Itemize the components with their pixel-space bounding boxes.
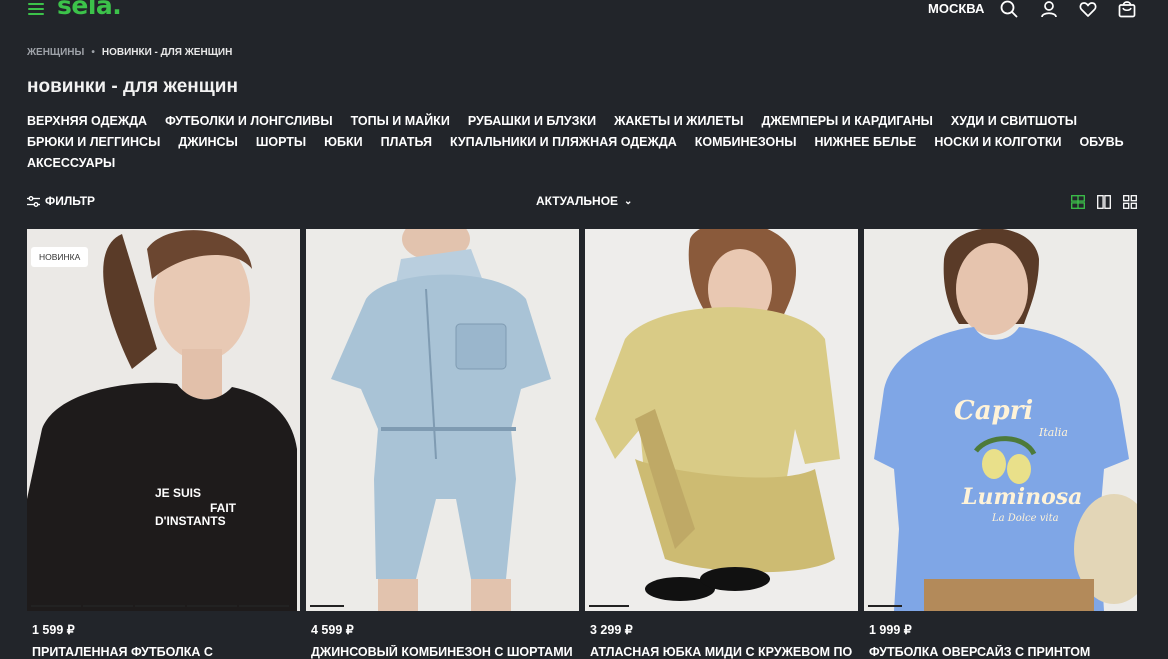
grid-4-icon[interactable] <box>1123 195 1137 209</box>
category-link[interactable]: КОМБИНЕЗОНЫ <box>695 135 797 149</box>
image-slider-indicators <box>589 605 629 607</box>
new-badge: НОВИНКА <box>31 247 89 267</box>
category-row: ВЕРХНЯЯ ОДЕЖДА ФУТБОЛКИ И ЛОНГСЛИВЫ ТОПЫ… <box>27 110 1147 131</box>
category-link[interactable]: АКСЕССУАРЫ <box>27 156 115 170</box>
product-price: 1 599 ₽ <box>32 623 75 637</box>
filter-button[interactable]: ФИЛЬТР <box>27 194 95 208</box>
product-photo-tshirt-black: JE SUIS FAIT D'INSTANTS <box>27 230 297 611</box>
image-slider-indicators <box>31 605 289 607</box>
category-link[interactable]: БРЮКИ И ЛЕГГИНСЫ <box>27 135 160 149</box>
product-name[interactable]: ПРИТАЛЕННАЯ ФУТБОЛКА С <box>32 645 300 659</box>
product-card[interactable]: 3 299 ₽ АТЛАСНАЯ ЮБКА МИДИ С КРУЖЕВОМ ПО <box>585 229 858 659</box>
heart-icon[interactable] <box>1079 0 1097 18</box>
bag-icon[interactable] <box>1118 0 1136 18</box>
breadcrumb: ЖЕНЩИНЫ • НОВИНКИ - ДЛЯ ЖЕНЩИН <box>27 47 232 58</box>
filter-label: ФИЛЬТР <box>45 194 96 208</box>
product-image[interactable]: Capri Italia Luminosa La Dolce vita <box>864 229 1137 611</box>
svg-text:La Dolce vita: La Dolce vita <box>991 513 1059 524</box>
category-link[interactable]: КУПАЛЬНИКИ И ПЛЯЖНАЯ ОДЕЖДА <box>450 135 677 149</box>
category-link[interactable]: ЖАКЕТЫ И ЖИЛЕТЫ <box>614 114 743 128</box>
product-card[interactable]: 4 599 ₽ ДЖИНСОВЫЙ КОМБИНЕЗОН С ШОРТАМИ <box>306 229 579 659</box>
product-name[interactable]: ФУТБОЛКА ОВЕРСАЙЗ С ПРИНТОМ <box>869 645 1137 659</box>
svg-text:Luminosa: Luminosa <box>961 484 1082 510</box>
product-price: 3 299 ₽ <box>590 623 633 637</box>
logo[interactable]: sela. <box>57 0 122 20</box>
product-price: 1 999 ₽ <box>869 623 912 637</box>
category-row: БРЮКИ И ЛЕГГИНСЫ ДЖИНСЫ ШОРТЫ ЮБКИ ПЛАТЬ… <box>27 131 1147 152</box>
page-title: новинки - для женщин <box>27 76 238 97</box>
burger-menu-icon[interactable] <box>28 3 44 15</box>
category-link[interactable]: ФУТБОЛКИ И ЛОНГСЛИВЫ <box>165 114 333 128</box>
breadcrumb-separator: • <box>91 47 95 58</box>
category-link[interactable]: ВЕРХНЯЯ ОДЕЖДА <box>27 114 147 128</box>
product-image[interactable] <box>306 229 579 611</box>
product-image[interactable]: JE SUIS FAIT D'INSTANTS НОВИНКА <box>27 229 300 611</box>
product-name[interactable]: ДЖИНСОВЫЙ КОМБИНЕЗОН С ШОРТАМИ <box>311 645 579 659</box>
grid-2col-icon[interactable] <box>1097 195 1111 209</box>
category-link[interactable]: ХУДИ И СВИТШОТЫ <box>951 114 1077 128</box>
category-link[interactable]: ОБУВЬ <box>1079 135 1123 149</box>
product-card[interactable]: JE SUIS FAIT D'INSTANTS НОВИНКА 1 599 ₽ … <box>27 229 300 659</box>
category-link[interactable]: НИЖНЕЕ БЕЛЬЕ <box>815 135 917 149</box>
category-list: ВЕРХНЯЯ ОДЕЖДА ФУТБОЛКИ И ЛОНГСЛИВЫ ТОПЫ… <box>27 110 1147 173</box>
breadcrumb-item-current: НОВИНКИ - ДЛЯ ЖЕНЩИН <box>101 47 233 58</box>
category-link[interactable]: РУБАШКИ И БЛУЗКИ <box>468 114 596 128</box>
svg-text:FAIT: FAIT <box>210 501 237 515</box>
product-photo-satin-skirt <box>595 229 840 601</box>
category-link[interactable]: ПЛАТЬЯ <box>381 135 432 149</box>
svg-text:Italia: Italia <box>1038 426 1068 439</box>
filter-icon <box>27 195 40 207</box>
search-icon[interactable] <box>1000 0 1018 18</box>
product-name[interactable]: АТЛАСНАЯ ЮБКА МИДИ С КРУЖЕВОМ ПО <box>590 645 858 659</box>
category-link[interactable]: ЮБКИ <box>324 135 363 149</box>
grid-2x2-icon[interactable] <box>1071 195 1085 209</box>
category-link[interactable]: ДЖИНСЫ <box>178 135 237 149</box>
product-photo-capri-tshirt: Capri Italia Luminosa La Dolce vita <box>874 229 1137 611</box>
image-slider-indicators <box>868 605 902 607</box>
product-price: 4 599 ₽ <box>311 623 354 637</box>
city-selector[interactable]: МОСКВА <box>928 1 984 16</box>
sort-dropdown[interactable]: АКТУАЛЬНОЕ ⌄ <box>536 194 632 208</box>
breadcrumb-item-women[interactable]: ЖЕНЩИНЫ <box>27 47 84 58</box>
product-photo-denim-jumpsuit <box>331 229 551 611</box>
category-link[interactable]: ДЖЕМПЕРЫ И КАРДИГАНЫ <box>761 114 932 128</box>
product-card[interactable]: Capri Italia Luminosa La Dolce vita 1 99… <box>864 229 1137 659</box>
header: sela. МОСКВА <box>0 0 1168 26</box>
category-row: АКСЕССУАРЫ <box>27 152 1147 173</box>
category-link[interactable]: ШОРТЫ <box>256 135 306 149</box>
svg-text:D'INSTANTS: D'INSTANTS <box>155 514 226 528</box>
sort-label: АКТУАЛЬНОЕ <box>536 194 619 208</box>
svg-text:Capri: Capri <box>954 396 1033 426</box>
image-slider-indicators <box>310 605 344 607</box>
chevron-down-icon: ⌄ <box>624 195 633 207</box>
svg-text:JE SUIS: JE SUIS <box>155 486 201 500</box>
user-icon[interactable] <box>1040 0 1058 18</box>
category-link[interactable]: НОСКИ И КОЛГОТКИ <box>934 135 1061 149</box>
product-image[interactable] <box>585 229 858 611</box>
category-link[interactable]: ТОПЫ И МАЙКИ <box>351 114 450 128</box>
